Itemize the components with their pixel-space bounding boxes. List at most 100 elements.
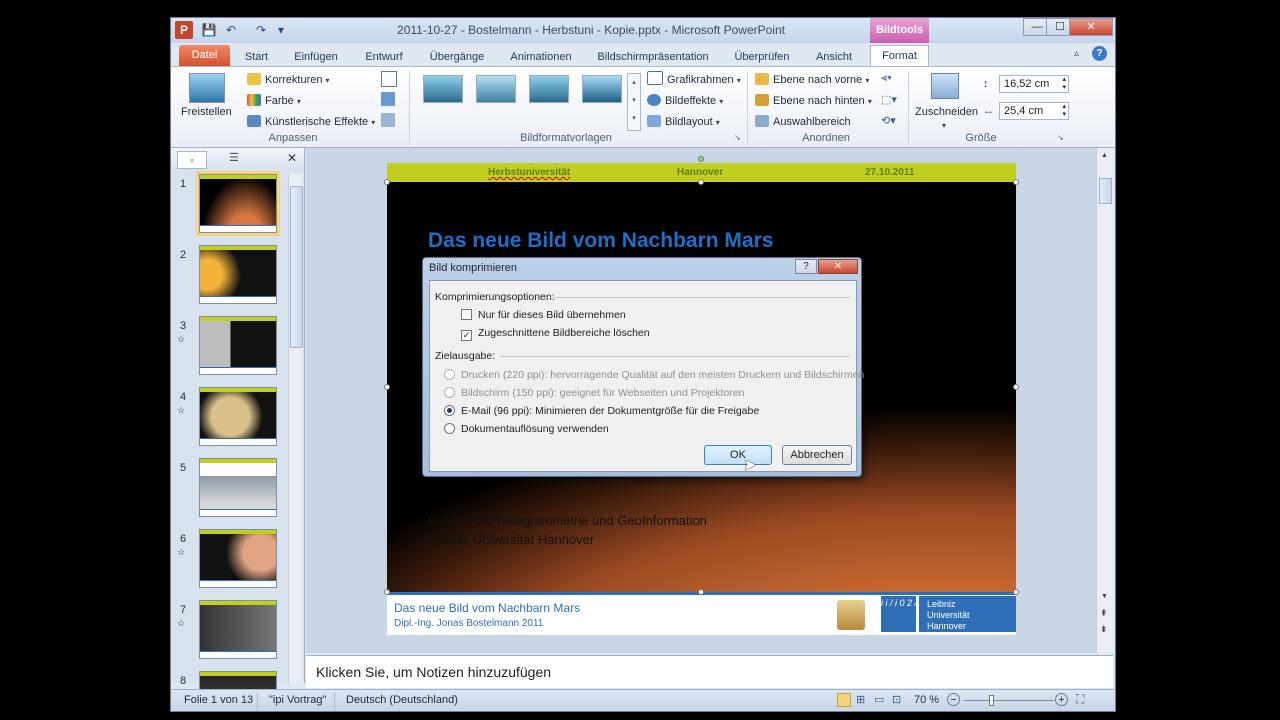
slide-institute-line1[interactable]: Institut für Photogrammetrie und GeoInfo… [428, 513, 707, 528]
scrollbar-thumb[interactable] [290, 186, 303, 348]
farbe-button[interactable]: Farbe ▾ [247, 92, 301, 110]
width-input[interactable]: 25,4 cm ▴ ▾ [999, 102, 1069, 120]
help-icon[interactable]: ? [1092, 46, 1107, 61]
dialog-help-button[interactable]: ? [795, 259, 817, 274]
collapse-ribbon-icon[interactable]: ▵ [1074, 48, 1079, 59]
kuenstlerische-effekte-button[interactable]: Künstlerische Effekte ▾ [247, 113, 375, 131]
resize-handle-sw[interactable] [384, 589, 390, 595]
slideshow-icon[interactable]: ⊡ [892, 693, 901, 706]
tab-einfuegen[interactable]: Einfügen [291, 47, 341, 67]
reading-view-icon[interactable]: ▭ [874, 693, 884, 706]
tab-start[interactable]: Start [241, 47, 272, 67]
reset-picture-icon[interactable] [381, 113, 395, 127]
customize-qat-icon[interactable]: ▾ [273, 22, 289, 38]
language-indicator[interactable]: Deutsch (Deutschland) [346, 694, 458, 706]
tab-ansicht[interactable]: Ansicht [813, 47, 855, 67]
resize-handle-e[interactable] [1013, 384, 1019, 390]
scroll-down-icon[interactable]: ▼ [1101, 593, 1108, 600]
target-email-option[interactable]: E-Mail (96 ppi): Minimieren der Dokument… [444, 403, 759, 419]
option-only-this-picture[interactable]: Nur für dieses Bild übernehmen [461, 307, 626, 323]
tab-entwurf[interactable]: Entwurf [361, 47, 407, 67]
scrollbar-thumb[interactable] [1099, 178, 1112, 204]
next-slide-icon[interactable]: ⇟ [1100, 624, 1108, 635]
zuschneiden-button[interactable]: Zuschneiden [915, 103, 978, 121]
fit-to-window-icon[interactable]: ⛶ [1076, 692, 1084, 707]
editor-scrollbar[interactable]: ▲ ▼ ⇞ ⇟ [1096, 148, 1114, 653]
bring-forward-icon [755, 73, 769, 85]
slide-sorter-icon[interactable]: ⊞ [856, 693, 865, 706]
bildlayout-button[interactable]: Bildlayout ▾ [647, 113, 720, 131]
slides-tab-icon[interactable]: ▫ [177, 151, 207, 169]
slides-scrollbar[interactable] [288, 174, 303, 683]
bildeffekte-button[interactable]: Bildeffekte ▾ [647, 92, 723, 110]
group-icon[interactable]: ⬚▾ [881, 93, 897, 106]
option-delete-cropped[interactable]: ✓ Zugeschnittene Bildbereiche löschen [461, 325, 650, 341]
tab-format[interactable]: Format [870, 45, 929, 67]
slide-thumbnail[interactable] [199, 600, 277, 659]
close-pane-icon[interactable]: ✕ [287, 151, 297, 165]
only-this-checkbox[interactable] [461, 309, 472, 320]
slide-thumbnail[interactable] [199, 458, 277, 517]
align-icon[interactable]: ⫷▾ [881, 72, 892, 85]
slide-thumbnail[interactable] [199, 529, 277, 588]
styles-gallery-scroll[interactable]: ▴ ▾ ▾ [627, 73, 641, 131]
resize-handle-n[interactable] [698, 179, 704, 185]
picture-style-1[interactable] [423, 75, 463, 103]
slide-thumbnail[interactable] [199, 387, 277, 446]
zuschneiden-dropdown-icon[interactable]: ▾ [942, 121, 946, 130]
height-input[interactable]: 16,52 cm ▴ ▾ [999, 75, 1069, 93]
auswahlbereich-button[interactable]: Auswahlbereich [755, 113, 851, 131]
rotate-icon[interactable]: ⟲▾ [881, 114, 896, 127]
ok-button[interactable]: OK [704, 445, 772, 465]
previous-slide-icon[interactable]: ⇞ [1100, 608, 1108, 619]
zoom-out-icon[interactable]: − [947, 693, 960, 706]
tab-ueberpruefen[interactable]: Überprüfen [731, 47, 793, 67]
change-picture-icon[interactable] [381, 92, 395, 106]
email-radio[interactable] [444, 405, 455, 416]
scroll-up-icon[interactable]: ▲ [1101, 152, 1108, 159]
slide-thumbnail[interactable] [196, 171, 280, 236]
document-radio[interactable] [444, 423, 455, 434]
grafikrahmen-button[interactable]: Grafikrahmen ▾ [647, 71, 741, 89]
redo-icon[interactable]: ↷ [253, 22, 269, 38]
compress-pictures-icon[interactable] [381, 71, 397, 87]
target-document-option[interactable]: Dokumentauflösung verwenden [444, 421, 609, 437]
picture-style-2[interactable] [476, 75, 516, 103]
size-dialog-launcher-icon[interactable]: ↘ [1057, 133, 1064, 142]
slide-thumbnail[interactable] [199, 245, 277, 304]
zoom-in-icon[interactable]: + [1055, 693, 1068, 706]
save-icon[interactable]: 💾 [201, 22, 217, 38]
ebene-nach-hinten-button[interactable]: Ebene nach hinten ▾ [755, 92, 872, 110]
picture-style-4[interactable] [582, 75, 622, 103]
resize-handle-ne[interactable] [1013, 179, 1019, 185]
undo-icon[interactable]: ↶ [223, 22, 239, 38]
resize-handle-s[interactable] [698, 589, 704, 595]
tab-uebergaenge[interactable]: Übergänge [427, 47, 487, 67]
dialog-close-button[interactable]: ✕ [818, 259, 858, 274]
korrekturen-button[interactable]: Korrekturen ▾ [247, 71, 330, 89]
resize-handle-se[interactable] [1013, 589, 1019, 595]
powerpoint-logo-icon[interactable]: P [175, 21, 193, 39]
resize-handle-nw[interactable] [384, 179, 390, 185]
slide-title[interactable]: Das neue Bild vom Nachbarn Mars [428, 229, 773, 253]
tab-datei[interactable]: Datei [179, 45, 230, 66]
ebene-nach-vorne-button[interactable]: Ebene nach vorne ▾ [755, 71, 869, 89]
close-button[interactable]: ✕ [1069, 18, 1113, 36]
zoom-level[interactable]: 70 % [914, 694, 939, 706]
freistellen-button[interactable]: Freistellen [181, 103, 232, 121]
normal-view-icon[interactable] [837, 693, 851, 707]
notes-pane[interactable]: Klicken Sie, um Notizen hinzuzufügen [306, 655, 1113, 688]
dialog-launcher-icon[interactable]: ↘ [734, 133, 741, 142]
zoom-slider-track[interactable] [964, 700, 1054, 701]
rotate-handle[interactable] [698, 156, 704, 162]
slide-institute-line2[interactable]: Leibniz Universität Hannover [428, 532, 594, 547]
resize-handle-w[interactable] [384, 384, 390, 390]
outline-tab-icon[interactable]: ☰ [229, 151, 239, 164]
zoom-slider-thumb[interactable] [989, 695, 994, 706]
delete-cropped-checkbox[interactable]: ✓ [461, 330, 472, 341]
picture-style-3[interactable] [529, 75, 569, 103]
cancel-button[interactable]: Abbrechen [782, 445, 852, 465]
tab-animationen[interactable]: Animationen [507, 47, 575, 67]
tab-bildschirmpraesentation[interactable]: Bildschirmpräsentation [595, 47, 711, 67]
slide-thumbnail[interactable] [199, 316, 277, 375]
